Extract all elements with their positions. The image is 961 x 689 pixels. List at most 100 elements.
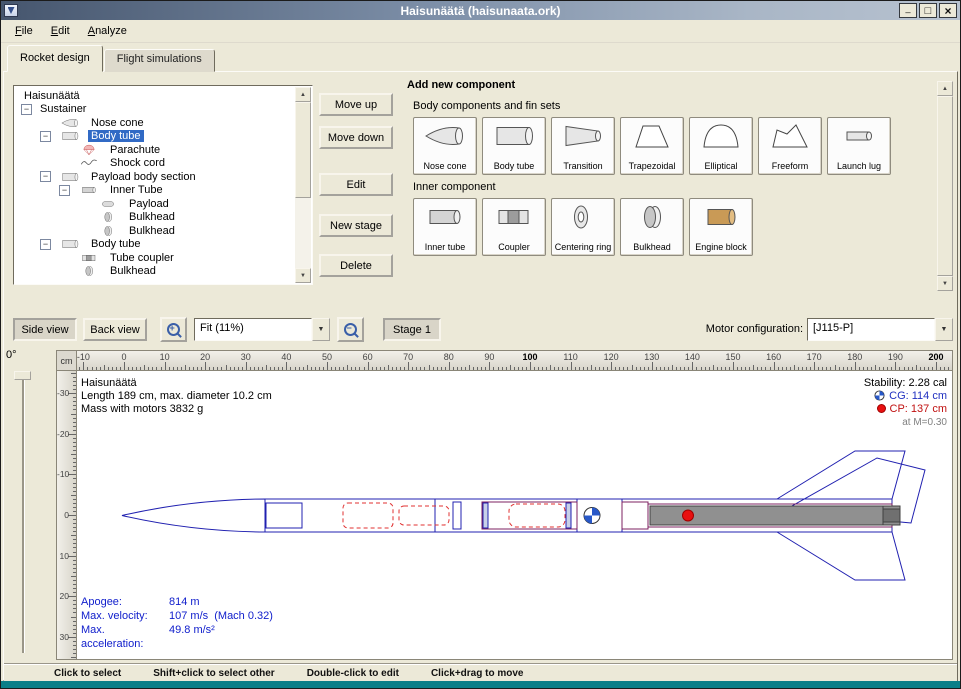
scroll-up-icon[interactable] (937, 81, 953, 96)
menu-item-edit[interactable]: Edit (42, 21, 79, 41)
h-tick (644, 367, 645, 370)
palette-centering-ring-button[interactable]: Centering ring (551, 198, 615, 256)
tab-rocket-design[interactable]: Rocket design (7, 45, 103, 72)
tree-item-sustainer[interactable]: Sustainer (15, 103, 295, 117)
palette-scrollbar[interactable] (937, 81, 953, 291)
h-tick (562, 367, 563, 370)
tree-scrollbar[interactable] (295, 87, 311, 283)
h-tick (550, 365, 551, 370)
component-tree[interactable]: HaisunäätäSustainerNose coneBody tubePar… (15, 87, 295, 283)
tree-scroll-track[interactable] (295, 102, 311, 268)
h-ruler-label: 110 (557, 352, 585, 362)
chevron-down-icon[interactable] (312, 318, 330, 341)
tree-expander-icon[interactable] (40, 239, 51, 250)
fin-bottom[interactable] (777, 532, 905, 580)
v-tick (73, 401, 76, 402)
tree-expander-icon[interactable] (40, 171, 51, 182)
tree-scroll-thumb[interactable] (295, 102, 311, 198)
v-tick (71, 495, 76, 496)
motor-configuration-select[interactable]: [J115-P] (807, 318, 953, 341)
launch-lug-icon (837, 121, 881, 151)
tree-item-inner-tube[interactable]: Inner Tube (15, 184, 295, 198)
new-stage-button[interactable]: New stage (319, 214, 393, 237)
edit-button[interactable]: Edit (319, 173, 393, 196)
chevron-down-icon[interactable] (935, 318, 953, 341)
back-view-button[interactable]: Back view (83, 318, 147, 341)
palette-nose-cone-button[interactable]: Nose cone (413, 117, 477, 175)
h-tick (274, 367, 275, 370)
v-tick (68, 556, 76, 557)
tree-item-shock-cord[interactable]: Shock cord (15, 157, 295, 171)
tree-item-bulkhead[interactable]: Bulkhead (15, 224, 295, 238)
tree-item-bulkhead[interactable]: Bulkhead (15, 265, 295, 279)
flight-stat-value: 814 m (169, 595, 200, 609)
palette-scroll-thumb[interactable] (937, 96, 953, 276)
h-tick (558, 367, 559, 370)
tree-expander-icon[interactable] (59, 185, 70, 196)
h-ruler-label: 10 (151, 352, 179, 362)
scroll-down-icon[interactable] (937, 276, 953, 291)
scroll-up-icon[interactable] (295, 87, 311, 102)
scroll-down-icon[interactable] (295, 268, 311, 283)
move-down-button[interactable]: Move down (319, 126, 393, 149)
palette-launch-lug-button[interactable]: Launch lug (827, 117, 891, 175)
zoom-out-button[interactable] (337, 317, 364, 342)
palette-trapezoidal-button[interactable]: Trapezoidal (620, 117, 684, 175)
tree-item-payload-body-section[interactable]: Payload body section (15, 170, 295, 184)
minimize-button[interactable] (899, 3, 917, 18)
side-view-button[interactable]: Side view (13, 318, 77, 341)
rotation-slider-track[interactable] (22, 373, 25, 653)
zoom-in-button[interactable] (160, 317, 187, 342)
palette-elliptical-button[interactable]: Elliptical (689, 117, 753, 175)
palette-body-tube-button[interactable]: Body tube (482, 117, 546, 175)
h-tick (830, 367, 831, 370)
h-tick (226, 365, 227, 370)
tree-item-haisun-t[interactable]: Haisunäätä (15, 89, 295, 103)
maximize-button[interactable] (919, 3, 937, 18)
tree-item-parachute[interactable]: Parachute (15, 143, 295, 157)
palette-bulkhead-button[interactable]: Bulkhead (620, 198, 684, 256)
menu-item-analyze[interactable]: Analyze (79, 21, 136, 41)
tree-expander-icon[interactable] (21, 104, 32, 115)
palette-engine-block-button[interactable]: Engine block (689, 198, 753, 256)
tab-flight-simulations[interactable]: Flight simulations (104, 49, 215, 72)
close-button[interactable] (939, 3, 957, 18)
tree-item-payload[interactable]: Payload (15, 197, 295, 211)
delete-button[interactable]: Delete (319, 254, 393, 277)
palette-transition-button[interactable]: Transition (551, 117, 615, 175)
h-tick (749, 367, 750, 370)
palette-inner-tube-button[interactable]: Inner tube (413, 198, 477, 256)
tree-item-body-tube[interactable]: Body tube (15, 238, 295, 252)
bulkhead-rear[interactable] (566, 503, 571, 528)
tree-item-body-tube[interactable]: Body tube (15, 130, 295, 144)
palette-scroll-track[interactable] (937, 96, 953, 276)
fin-top[interactable] (777, 451, 905, 499)
title-bar[interactable]: Haisunäätä (haisunaata.ork) (1, 1, 960, 20)
palette-coupler-button[interactable]: Coupler (482, 198, 546, 256)
bulkhead-front[interactable] (483, 503, 488, 528)
payload-icon (94, 198, 122, 210)
tree-expander-icon[interactable] (40, 131, 51, 142)
stage-1-button[interactable]: Stage 1 (383, 318, 441, 341)
palette-freeform-button[interactable]: Freeform (758, 117, 822, 175)
design-canvas[interactable]: Haisunäätä Length 189 cm, max. diameter … (77, 371, 952, 659)
move-up-button[interactable]: Move up (319, 93, 393, 116)
tree-item-nose-cone[interactable]: Nose cone (15, 116, 295, 130)
nose-cone-outline[interactable] (122, 499, 265, 532)
cp-icon (877, 404, 886, 413)
window-title: Haisunäätä (haisunaata.ork) (1, 4, 960, 18)
zoom-level-select[interactable]: Fit (11%) (194, 318, 330, 341)
tree-item-bulkhead[interactable]: Bulkhead (15, 211, 295, 225)
h-tick (234, 367, 235, 370)
v-tick (73, 564, 76, 565)
h-tick (851, 367, 852, 370)
v-tick (68, 515, 76, 516)
h-tick (481, 367, 482, 370)
h-tick (648, 367, 649, 370)
h-tick (359, 367, 360, 370)
rotation-slider-handle[interactable] (14, 371, 31, 380)
v-tick (68, 637, 76, 638)
tree-item-tube-coupler[interactable]: Tube coupler (15, 251, 295, 265)
menu-item-file[interactable]: File (6, 21, 42, 41)
palette-title: Add new component (407, 79, 515, 91)
